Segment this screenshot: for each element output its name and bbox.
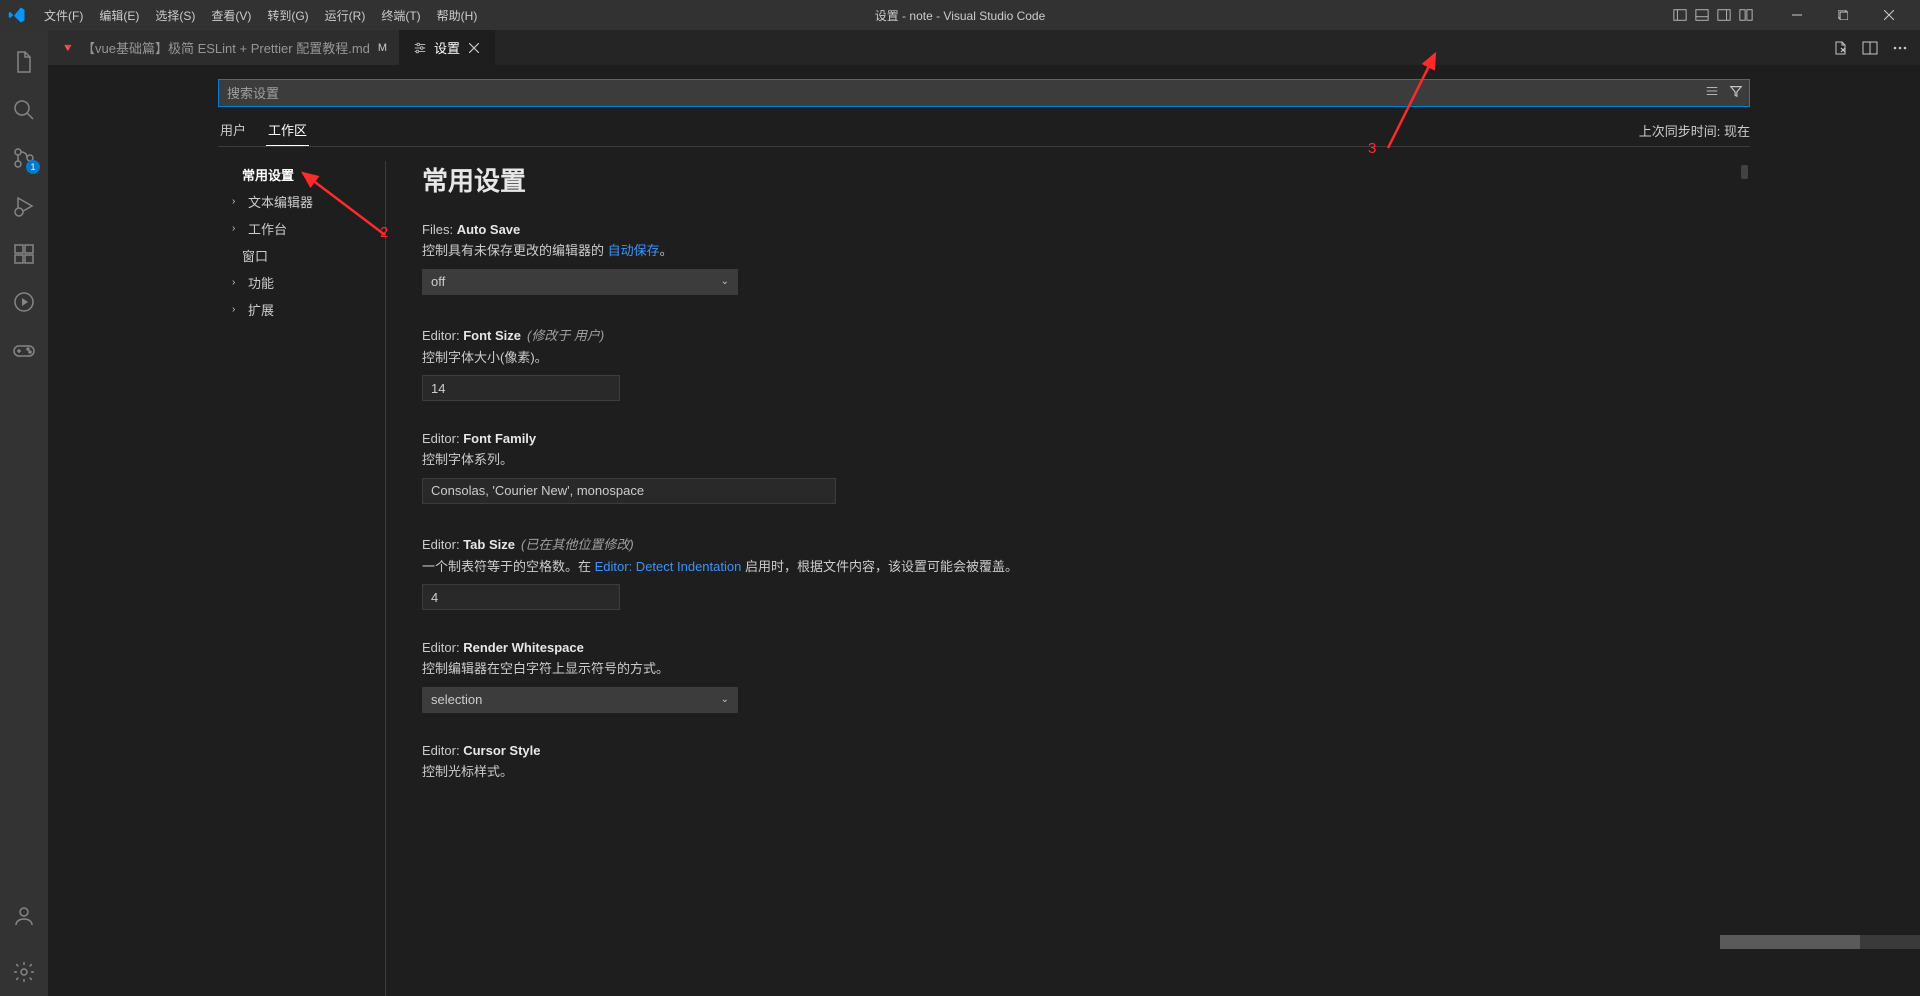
autosave-select[interactable]: off⌄ (422, 269, 738, 295)
content-scrollbar[interactable] (1741, 165, 1748, 179)
source-control-icon[interactable]: 1 (0, 134, 48, 182)
setting-editor-renderwhitespace: Editor: Render Whitespace 控制编辑器在空白字符上显示符… (422, 640, 1222, 713)
scc-badge: 1 (26, 160, 40, 174)
open-settings-json-icon[interactable] (1832, 40, 1848, 56)
markdown-file-icon: 🔻 (60, 40, 76, 56)
toc-extensions[interactable]: ›扩展 (218, 296, 381, 323)
more-actions-icon[interactable] (1892, 40, 1908, 56)
detect-indentation-link[interactable]: Editor: Detect Indentation (595, 559, 742, 574)
toggle-panel-right-icon[interactable] (1716, 7, 1732, 23)
split-editor-icon[interactable] (1862, 40, 1878, 56)
setting-files-autosave: Files: Auto Save 控制具有未保存更改的编辑器的 自动保存。 of… (422, 222, 1222, 295)
toc-text-editor[interactable]: ›文本编辑器 (218, 188, 381, 215)
settings-gear-icon[interactable] (0, 948, 48, 996)
menu-go[interactable]: 转到(G) (259, 3, 316, 28)
menu-terminal[interactable]: 终端(T) (373, 3, 428, 28)
customize-layout-icon[interactable] (1738, 7, 1754, 23)
fontsize-input[interactable] (422, 375, 620, 401)
fontfamily-input[interactable] (422, 478, 836, 504)
menu-help[interactable]: 帮助(H) (429, 3, 486, 28)
tab-actions (1832, 30, 1920, 65)
tab-label: 【vue基础篇】极简 ESLint + Prettier 配置教程.md (82, 38, 370, 57)
menu-edit[interactable]: 编辑(E) (91, 3, 147, 28)
scope-workspace-tab[interactable]: 工作区 (266, 120, 309, 146)
vscode-logo-icon (8, 6, 26, 24)
toggle-panel-bottom-icon[interactable] (1694, 7, 1710, 23)
chevron-right-icon: › (232, 223, 244, 234)
setting-editor-tabsize: Editor: Tab Size(已在其他位置修改) 一个制表符等于的空格数。在… (422, 534, 1222, 611)
annotation-label-3: 3 (1368, 140, 1376, 157)
chevron-right-icon: › (232, 196, 244, 207)
close-tab-icon[interactable] (466, 40, 482, 56)
live-preview-icon[interactable] (0, 278, 48, 326)
maximize-button[interactable] (1820, 0, 1866, 30)
scope-user-tab[interactable]: 用户 (218, 120, 248, 146)
setting-editor-fontsize: Editor: Font Size(修改于 用户) 控制字体大小(像素)。 (422, 325, 1222, 402)
window-title: 设置 - note - Visual Studio Code (875, 7, 1046, 24)
settings-tab-icon (412, 40, 428, 56)
whitespace-select[interactable]: selection⌄ (422, 687, 738, 713)
layout-controls (1672, 7, 1754, 23)
accounts-icon[interactable] (0, 892, 48, 940)
close-button[interactable] (1866, 0, 1912, 30)
filter-icon[interactable] (1728, 83, 1744, 99)
setting-editor-cursorstyle: Editor: Cursor Style 控制光标样式。 (422, 743, 1222, 782)
toc-features[interactable]: ›功能 (218, 269, 381, 296)
settings-content[interactable]: 常用设置 Files: Auto Save 控制具有未保存更改的编辑器的 自动保… (386, 161, 1750, 996)
chevron-down-icon: ⌄ (721, 276, 729, 287)
settings-toc: 常用设置 ›文本编辑器 ›工作台 窗口 ›功能 ›扩展 (218, 161, 386, 996)
toggle-panel-left-icon[interactable] (1672, 7, 1688, 23)
tab-settings[interactable]: 设置 (400, 30, 495, 65)
tab-label: 设置 (434, 38, 460, 57)
annotation-label-2: 2 (380, 224, 388, 241)
tabsize-input[interactable] (422, 584, 620, 610)
title-bar: 文件(F) 编辑(E) 选择(S) 查看(V) 转到(G) 运行(R) 终端(T… (0, 0, 1920, 30)
settings-editor: 用户 工作区 上次同步时间: 现在 常用设置 ›文本编辑器 ›工作台 窗口 ›功… (48, 65, 1920, 996)
settings-search-input[interactable] (218, 79, 1750, 107)
run-debug-icon[interactable] (0, 182, 48, 230)
menu-file[interactable]: 文件(F) (36, 3, 91, 28)
explorer-icon[interactable] (0, 38, 48, 86)
game-controller-icon[interactable] (0, 326, 48, 374)
minimize-button[interactable] (1774, 0, 1820, 30)
toc-common[interactable]: 常用设置 (218, 161, 381, 188)
chevron-right-icon: › (232, 277, 244, 288)
setting-editor-fontfamily: Editor: Font Family 控制字体系列。 (422, 431, 1222, 504)
toc-window[interactable]: 窗口 (218, 242, 381, 269)
extensions-icon[interactable] (0, 230, 48, 278)
autosave-link[interactable]: 自动保存 (608, 243, 660, 258)
chevron-right-icon: › (232, 304, 244, 315)
menu-run[interactable]: 运行(R) (317, 3, 374, 28)
editor-tabs: 🔻 【vue基础篇】极简 ESLint + Prettier 配置教程.md M… (48, 30, 1920, 65)
menu-selection[interactable]: 选择(S) (147, 3, 203, 28)
clear-search-icon[interactable] (1704, 83, 1720, 99)
menu-view[interactable]: 查看(V) (203, 3, 259, 28)
toc-workbench[interactable]: ›工作台 (218, 215, 381, 242)
content-heading: 常用设置 (422, 161, 1750, 198)
tab-markdown-file[interactable]: 🔻 【vue基础篇】极简 ESLint + Prettier 配置教程.md M (48, 30, 400, 65)
activity-bar: 1 (0, 30, 48, 996)
modified-indicator: M (378, 42, 387, 54)
horizontal-scrollbar[interactable] (1720, 935, 1920, 949)
window-controls (1774, 0, 1912, 30)
chevron-down-icon: ⌄ (721, 694, 729, 705)
sync-status: 上次同步时间: 现在 (1639, 121, 1750, 146)
menu-bar: 文件(F) 编辑(E) 选择(S) 查看(V) 转到(G) 运行(R) 终端(T… (36, 3, 485, 28)
search-icon[interactable] (0, 86, 48, 134)
